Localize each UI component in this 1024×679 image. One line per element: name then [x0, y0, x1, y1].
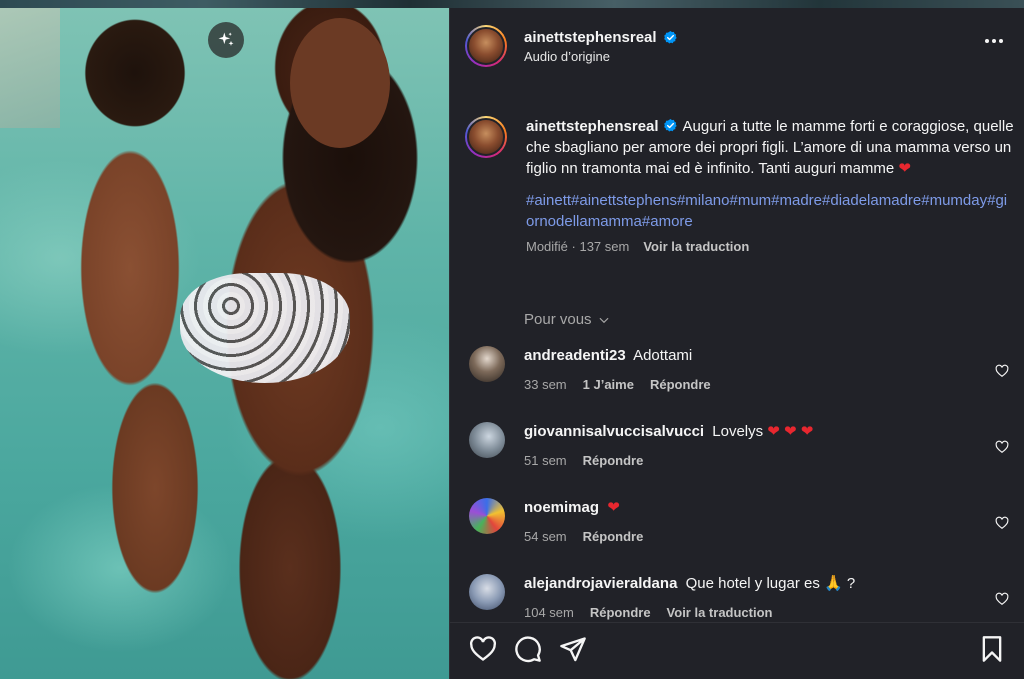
see-translation-link[interactable]: Voir la traduction: [643, 239, 749, 254]
pour-vous-label: Pour vous: [524, 311, 592, 328]
reply-button[interactable]: Répondre: [590, 605, 651, 620]
comment-item: noemimag ❤ 54 sem Répondre: [465, 498, 1010, 544]
ai-sparkle-button[interactable]: [208, 22, 244, 58]
caption-avatar[interactable]: [465, 116, 507, 158]
bookmark-icon[interactable]: [978, 635, 1006, 663]
comment-time: 54 sem: [524, 529, 567, 544]
heart-outline-icon[interactable]: [995, 516, 1009, 530]
post-modal: ainettstephensreal Audio d’origine ainet…: [0, 8, 1024, 679]
child-figure: [35, 8, 225, 648]
more-options-button[interactable]: [985, 39, 1003, 43]
commenter-username[interactable]: noemimag: [524, 499, 599, 516]
comment-item: alejandrojavieraldana Que hotel y lugar …: [465, 574, 1010, 620]
audio-label[interactable]: Audio d’origine: [524, 49, 678, 64]
post-caption: ainettstephensreal Auguri a tutte le mam…: [465, 116, 1015, 254]
post-side-panel: ainettstephensreal Audio d’origine ainet…: [449, 8, 1024, 679]
red-heart-emoji: ❤: [898, 160, 911, 177]
commenter-username[interactable]: alejandrojavieraldana: [524, 575, 677, 592]
see-translation-link[interactable]: Voir la traduction: [667, 605, 773, 620]
author-username[interactable]: ainettstephensreal: [524, 29, 657, 46]
more-icon: [985, 39, 989, 43]
sparkle-icon: [218, 32, 234, 46]
commenter-avatar[interactable]: [469, 574, 505, 610]
woman-face: [290, 18, 390, 148]
background-feed-strip: [0, 0, 1024, 8]
commenter-avatar[interactable]: [469, 422, 505, 458]
commenter-username[interactable]: andreadenti23: [524, 347, 626, 364]
red-heart-emoji: ❤: [607, 499, 620, 516]
comment-text: Que hotel y lugar es: [685, 575, 820, 592]
commenter-avatar[interactable]: [469, 498, 505, 534]
heart-outline-icon[interactable]: [995, 592, 1009, 606]
commenter-username[interactable]: giovannisalvuccisalvucci: [524, 423, 704, 440]
comment-time: 33 sem: [524, 377, 567, 392]
verified-icon: [663, 30, 677, 43]
red-heart-emoji: ❤ ❤ ❤: [767, 423, 814, 440]
heart-outline-icon[interactable]: [995, 440, 1009, 454]
comment-text: Adottami: [633, 347, 693, 364]
comment-item: giovannisalvuccisalvucci Lovelys ❤ ❤ ❤ 5…: [465, 422, 1010, 468]
verified-icon: [663, 118, 677, 132]
post-header: ainettstephensreal Audio d’origine: [450, 8, 1024, 84]
reply-button[interactable]: Répondre: [583, 529, 644, 544]
heart-outline-icon[interactable]: [995, 364, 1009, 378]
share-icon[interactable]: [559, 635, 587, 663]
reply-button[interactable]: Répondre: [650, 377, 711, 392]
post-action-bar: [450, 622, 1024, 679]
comment-time: 104 sem: [524, 605, 574, 620]
comment-text: Lovelys: [712, 423, 764, 440]
heart-outline-icon[interactable]: [469, 635, 497, 663]
comment-likes[interactable]: 1 J’aime: [583, 377, 634, 392]
chevron-down-icon: [599, 317, 609, 323]
comment-time: 51 sem: [524, 453, 567, 468]
caption-modified: Modifié · 137 sem: [526, 239, 630, 254]
caption-username[interactable]: ainettstephensreal: [526, 118, 659, 135]
author-avatar[interactable]: [465, 25, 507, 67]
commenter-avatar[interactable]: [469, 346, 505, 382]
post-media[interactable]: [0, 8, 449, 679]
pray-emoji: 🙏: [824, 575, 843, 592]
reply-button[interactable]: Répondre: [583, 453, 644, 468]
comment-icon[interactable]: [514, 635, 542, 663]
pour-vous-dropdown[interactable]: Pour vous: [524, 311, 611, 328]
comment-item: andreadenti23 Adottami 33 sem 1 J’aime R…: [465, 346, 1010, 392]
caption-hashtags[interactable]: #ainett#ainettstephens#milano#mum#madre#…: [526, 190, 1015, 232]
comment-text-suffix: ?: [846, 575, 856, 592]
